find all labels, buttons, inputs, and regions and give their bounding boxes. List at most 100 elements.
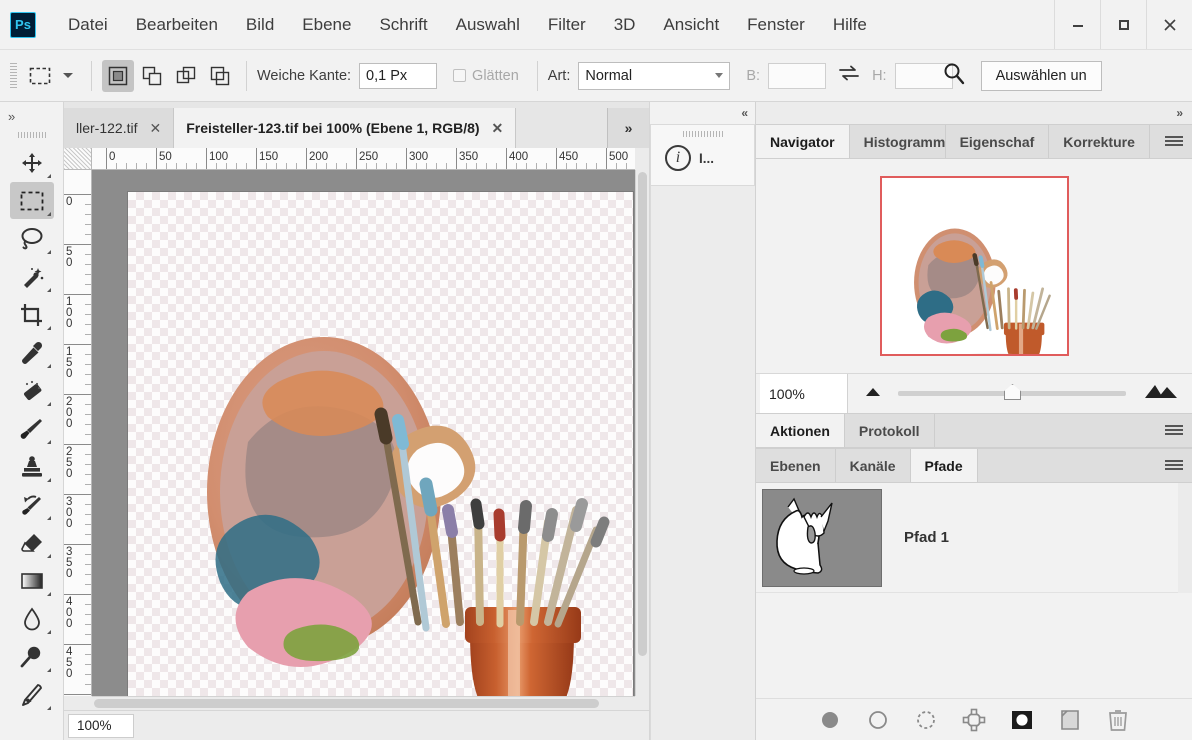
pen-tool[interactable] <box>10 676 54 713</box>
vertical-scroll-thumb[interactable] <box>638 172 647 656</box>
clone-stamp-tool[interactable] <box>10 448 54 485</box>
menu-item-auswahl[interactable]: Auswahl <box>442 9 534 41</box>
add-to-selection-button[interactable] <box>136 60 168 92</box>
navigator-zoom-out-button[interactable] <box>862 384 884 403</box>
info-panel-button[interactable]: i I... <box>651 145 754 171</box>
tool-preset-dropdown[interactable] <box>55 73 81 78</box>
lasso-tool[interactable] <box>10 220 54 257</box>
eyedropper-tool[interactable] <box>10 334 54 371</box>
tab-kanaele[interactable]: Kanäle <box>836 449 911 482</box>
style-select[interactable]: Normal <box>578 62 730 90</box>
ruler-tick-minor <box>85 514 91 515</box>
feather-input[interactable] <box>359 63 437 89</box>
delete-path-button[interactable] <box>1105 707 1131 733</box>
horizontal-scroll-thumb[interactable] <box>94 699 599 708</box>
swap-dimensions-button[interactable] <box>838 64 860 87</box>
ruler-corner[interactable] <box>64 148 92 170</box>
navigator-zoom-field[interactable]: 100% <box>760 374 848 413</box>
menu-item-schrift[interactable]: Schrift <box>365 9 441 41</box>
make-work-path-button[interactable] <box>961 707 987 733</box>
actions-panel-menu-button[interactable] <box>1156 414 1192 447</box>
close-icon[interactable]: ✕ <box>149 120 161 137</box>
healing-brush-tool[interactable] <box>10 372 54 409</box>
canvas-background[interactable] <box>92 170 635 696</box>
tab-navigator[interactable]: Navigator <box>756 125 850 158</box>
load-selection-button[interactable] <box>913 707 939 733</box>
double-chevron-right-icon: » <box>1176 106 1182 120</box>
navigator-preview-area[interactable] <box>756 159 1192 373</box>
canvas-horizontal-scrollbar[interactable] <box>92 696 635 710</box>
brush-tool[interactable] <box>10 410 54 447</box>
stroke-path-button[interactable] <box>865 707 891 733</box>
gradient-tool[interactable] <box>10 562 54 599</box>
paths-panel-menu-button[interactable] <box>1156 449 1192 482</box>
horizontal-ruler[interactable]: 050100150200250300350400450500 <box>92 148 635 170</box>
minimize-button[interactable] <box>1054 0 1100 49</box>
ruler-tick-major <box>306 148 307 169</box>
navigator-thumbnail[interactable] <box>880 176 1069 356</box>
new-path-button[interactable] <box>1057 707 1083 733</box>
tab-eigenschaften[interactable]: Eigenschaf <box>946 125 1050 158</box>
eraser-tool[interactable] <box>10 524 54 561</box>
document-tab-freisteller-123[interactable]: Freisteller-123.tif bei 100% (Ebene 1, R… <box>174 108 516 148</box>
options-bar-grip[interactable] <box>10 63 17 89</box>
info-dock-grip[interactable] <box>683 131 723 137</box>
tab-ebenen[interactable]: Ebenen <box>756 449 836 482</box>
menu-item-fenster[interactable]: Fenster <box>733 9 819 41</box>
tab-histogramm[interactable]: Histogramm <box>850 125 946 158</box>
navigator-zoom-in-button[interactable] <box>1144 382 1178 405</box>
document-tabs-overflow[interactable]: » <box>607 108 649 148</box>
tools-panel-grip[interactable] <box>18 132 46 138</box>
tab-aktionen[interactable]: Aktionen <box>756 414 845 447</box>
flyout-triangle-icon <box>47 364 51 368</box>
canvas-vertical-scrollbar[interactable] <box>635 170 649 696</box>
blur-tool[interactable] <box>10 600 54 637</box>
document-canvas[interactable] <box>128 192 633 696</box>
tab-korrekturen[interactable]: Korrekture <box>1049 125 1150 158</box>
add-layer-mask-button[interactable] <box>1009 707 1035 733</box>
tools-panel-collapse[interactable]: » <box>0 102 63 130</box>
vertical-ruler[interactable]: 05 01 0 01 5 02 0 02 5 03 0 03 5 04 0 04… <box>64 170 92 696</box>
select-and-mask-button[interactable]: Auswählen un <box>981 61 1102 91</box>
fill-path-button[interactable] <box>817 707 843 733</box>
navigator-zoom-slider[interactable] <box>898 391 1126 396</box>
tab-pfade[interactable]: Pfade <box>911 449 978 482</box>
antialias-checkbox[interactable] <box>453 69 466 82</box>
lasso-icon <box>19 227 45 251</box>
path-list-item[interactable]: Pfad 1 <box>756 483 1178 593</box>
quick-selection-tool[interactable] <box>10 258 54 295</box>
history-brush-tool[interactable] <box>10 486 54 523</box>
subtract-from-selection-button[interactable] <box>170 60 202 92</box>
navigator-panel-menu-button[interactable] <box>1156 125 1192 158</box>
maximize-button[interactable] <box>1100 0 1146 49</box>
intersect-with-selection-button[interactable] <box>204 60 236 92</box>
close-icon[interactable]: ✕ <box>492 120 504 137</box>
close-button[interactable] <box>1146 0 1192 49</box>
menu-item-hilfe[interactable]: Hilfe <box>819 9 881 41</box>
menu-item-datei[interactable]: Datei <box>54 9 122 41</box>
dodge-tool[interactable] <box>10 638 54 675</box>
new-selection-button[interactable] <box>102 60 134 92</box>
move-tool[interactable] <box>10 144 54 181</box>
crop-tool[interactable] <box>10 296 54 333</box>
width-input[interactable] <box>768 63 826 89</box>
navigator-zoom-slider-thumb[interactable] <box>1004 384 1021 400</box>
document-tab-freisteller-122[interactable]: ller-122.tif ✕ <box>64 108 174 148</box>
status-zoom-field[interactable]: 100% <box>68 714 134 738</box>
paths-scrollbar[interactable] <box>1178 483 1192 593</box>
flyout-triangle-icon <box>47 630 51 634</box>
menu-item-filter[interactable]: Filter <box>534 9 600 41</box>
menu-item-ebene[interactable]: Ebene <box>288 9 365 41</box>
ruler-tick-minor <box>376 163 377 169</box>
antialias-checkbox-row[interactable]: Glätten <box>453 68 527 84</box>
tab-protokoll[interactable]: Protokoll <box>845 414 935 447</box>
active-tool-preview[interactable] <box>25 61 55 91</box>
right-column-expand-button[interactable]: » <box>756 102 1192 124</box>
menu-item-bild[interactable]: Bild <box>232 9 288 41</box>
info-dock-collapse-button[interactable]: « <box>650 102 755 124</box>
rectangular-marquee-tool[interactable] <box>10 182 54 219</box>
menu-item-ansicht[interactable]: Ansicht <box>649 9 733 41</box>
menu-item-3d[interactable]: 3D <box>600 9 650 41</box>
menu-item-bearbeiten[interactable]: Bearbeiten <box>122 9 232 41</box>
search-button[interactable] <box>941 60 967 91</box>
